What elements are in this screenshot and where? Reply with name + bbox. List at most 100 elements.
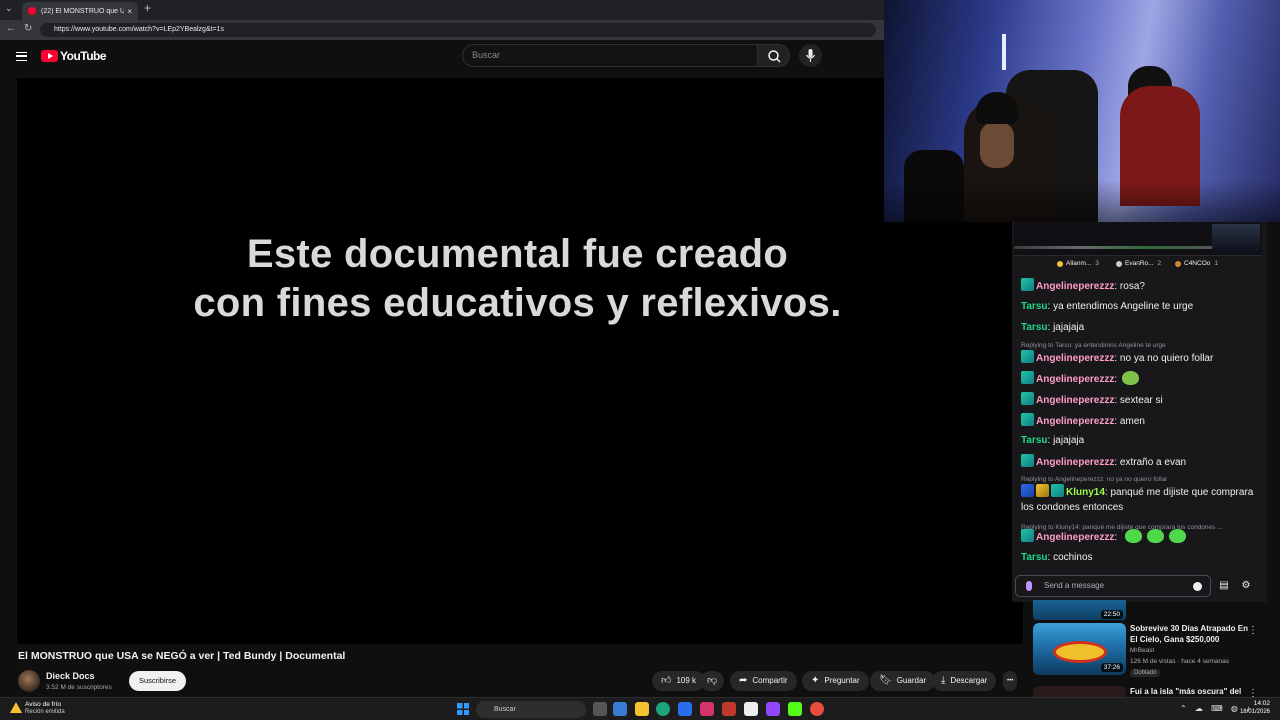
recommendation-thumbnail[interactable]: 22:50 [1033, 600, 1126, 620]
green-emote-icon [1124, 529, 1142, 543]
chat-input-placeholder: Send a message [1044, 581, 1105, 590]
widgets-icon[interactable] [613, 702, 627, 716]
taskbar-search[interactable]: Buscar [476, 701, 586, 718]
chat-username[interactable]: Tarsu [1021, 322, 1048, 333]
search-button[interactable] [757, 44, 790, 67]
youtube-header: YouTube Buscar [0, 40, 884, 76]
leaderboard-count: 2 [1157, 260, 1162, 267]
chat-message: Angelineperezzz: no ya no quiero follar [1021, 350, 1257, 366]
streamer-face [980, 122, 1014, 168]
back-icon[interactable]: ← [6, 23, 16, 34]
save-label: Guardar [896, 676, 927, 685]
task-view-icon[interactable] [593, 702, 607, 716]
clock-time[interactable]: 14:02 [1240, 700, 1270, 707]
chat-message-text: sextear si [1119, 395, 1163, 406]
overlay-line-1: Este documental fue creado [246, 232, 789, 276]
chat-message-text: extraño a evan [1119, 457, 1187, 468]
chat-username[interactable]: Kluny14 [1066, 487, 1105, 498]
chat-message: Angelineperezzz: extraño a evan [1021, 454, 1257, 470]
like-button[interactable]: 👍︎ 109 k [652, 671, 706, 691]
recommendation-item[interactable]: Fui a la isla "más oscura" del ⋮ [1033, 686, 1273, 697]
video-player[interactable] [17, 78, 1023, 644]
chat-username[interactable]: Angelineperezzz [1036, 281, 1114, 292]
recommendation-thumbnail[interactable] [1033, 686, 1126, 697]
more-options-icon[interactable]: ⋮ [1248, 688, 1258, 697]
channel-avatar[interactable] [18, 670, 40, 692]
tab-list-icon[interactable]: ⌄ [5, 3, 13, 14]
chat-username[interactable]: Angelineperezzz [1036, 395, 1114, 406]
search-input[interactable]: Buscar [462, 44, 758, 67]
chat-username[interactable]: Angelineperezzz [1036, 416, 1114, 427]
chrome-icon[interactable] [810, 702, 824, 716]
windows-start-icon[interactable] [457, 703, 469, 715]
recommendation-title[interactable]: Fui a la isla "más oscura" del [1130, 686, 1255, 697]
chat-message: Angelineperezzz: [1021, 529, 1257, 545]
clock-date[interactable]: 18/01/2026 [1236, 709, 1270, 715]
download-button[interactable]: ⤓ Descargar [932, 671, 997, 691]
chat-badge-icon [1051, 484, 1064, 497]
reply-context[interactable]: Replying to Tarsu: ya entendimos Angelin… [1021, 342, 1257, 349]
chat-message: Tarsu: cochinos [1021, 550, 1257, 565]
channel-name[interactable]: Dieck Docs [46, 671, 95, 681]
store-app-icon[interactable] [678, 702, 692, 716]
chat-username[interactable]: Tarsu [1021, 301, 1048, 312]
recommendation-channel[interactable]: MrBeast [1130, 647, 1154, 654]
recommendation-thumbnail[interactable]: 37:26 [1033, 623, 1126, 675]
browser-tab[interactable]: (22) El MONSTRUO que USA se N... × [22, 2, 138, 20]
kick-icon[interactable] [788, 702, 802, 716]
warning-icon[interactable] [10, 702, 22, 713]
leaderboard-entry[interactable]: Allanm... 3 [1057, 260, 1099, 267]
instagram-icon[interactable] [700, 702, 714, 716]
url-field[interactable]: https://www.youtube.com/watch?v=LEp2YBea… [40, 23, 876, 37]
chat-badge-icon [1021, 371, 1034, 384]
edge-icon[interactable] [656, 702, 670, 716]
menu-icon[interactable] [16, 52, 27, 61]
chat-username[interactable]: Tarsu [1021, 552, 1048, 563]
duration-badge: 22:50 [1100, 610, 1123, 619]
rank-medal-icon [1057, 260, 1063, 267]
reload-icon[interactable]: ↻ [24, 23, 32, 34]
recommendation-item[interactable]: 37:26 Sobrevive 30 Días Atrapado En El C… [1033, 623, 1273, 677]
emote-picker-icon[interactable] [1193, 582, 1202, 591]
chat-badge-icon [1021, 392, 1034, 405]
reply-context[interactable]: Replying to Angelineperezzz: no ya no qu… [1021, 476, 1257, 483]
weather-alert-title[interactable]: Aviso de frío [25, 701, 61, 708]
chat-message-text: rosa? [1119, 281, 1145, 292]
ask-button[interactable]: ✦ Preguntar [802, 671, 869, 691]
leaderboard-entry[interactable]: EvanRo... 2 [1116, 260, 1161, 267]
save-button[interactable]: 🔖︎ Guardar [870, 671, 936, 691]
youtube-logo[interactable]: YouTube [41, 49, 107, 63]
more-options-icon[interactable]: ⋮ [1248, 625, 1258, 636]
dislike-button[interactable]: 👎︎ [700, 671, 725, 691]
youtube-play-icon [41, 50, 58, 62]
chat-message-text: cochinos [1053, 552, 1093, 563]
preview-taskbar-strip [1014, 246, 1212, 249]
new-tab-button[interactable]: + [144, 1, 151, 15]
microphone-icon[interactable] [1026, 581, 1032, 591]
chat-username[interactable]: Angelineperezzz [1036, 374, 1114, 385]
more-actions-button[interactable]: ••• [1003, 671, 1018, 691]
twitch-icon[interactable] [766, 702, 780, 716]
chat-input[interactable]: Send a message [1015, 575, 1211, 597]
recommendation-title[interactable]: Sobrevive 30 Días Atrapado En El Cielo, … [1130, 623, 1255, 645]
chat-username[interactable]: Tarsu [1021, 435, 1048, 446]
username-separator: : [1114, 532, 1120, 543]
file-explorer-icon[interactable] [635, 702, 649, 716]
rank-medal-icon [1175, 260, 1181, 267]
chat-username[interactable]: Angelineperezzz [1036, 532, 1114, 543]
recommendation-item[interactable]: 22:50 [1033, 600, 1273, 620]
leaderboard-entry[interactable]: C4NCOo 1 [1175, 260, 1218, 267]
chat-message: Angelineperezzz: sextear si [1021, 392, 1257, 408]
gear-icon[interactable]: ⚙ [1241, 581, 1251, 591]
sparkle-icon: ✦ [811, 675, 820, 686]
amazon-icon[interactable] [744, 702, 758, 716]
subscribe-button[interactable]: Suscribirse [129, 671, 186, 691]
share-button[interactable]: ➦ Compartir [730, 671, 797, 691]
chat-username[interactable]: Angelineperezzz [1036, 457, 1114, 468]
store-icon[interactable]: ▤ [1219, 581, 1229, 591]
chat-username[interactable]: Angelineperezzz [1036, 353, 1114, 364]
voice-search-button[interactable] [799, 44, 822, 67]
thumbnail-boat-shape [1053, 641, 1107, 663]
tab-close-icon[interactable]: × [127, 7, 132, 16]
app-icon[interactable] [722, 702, 736, 716]
